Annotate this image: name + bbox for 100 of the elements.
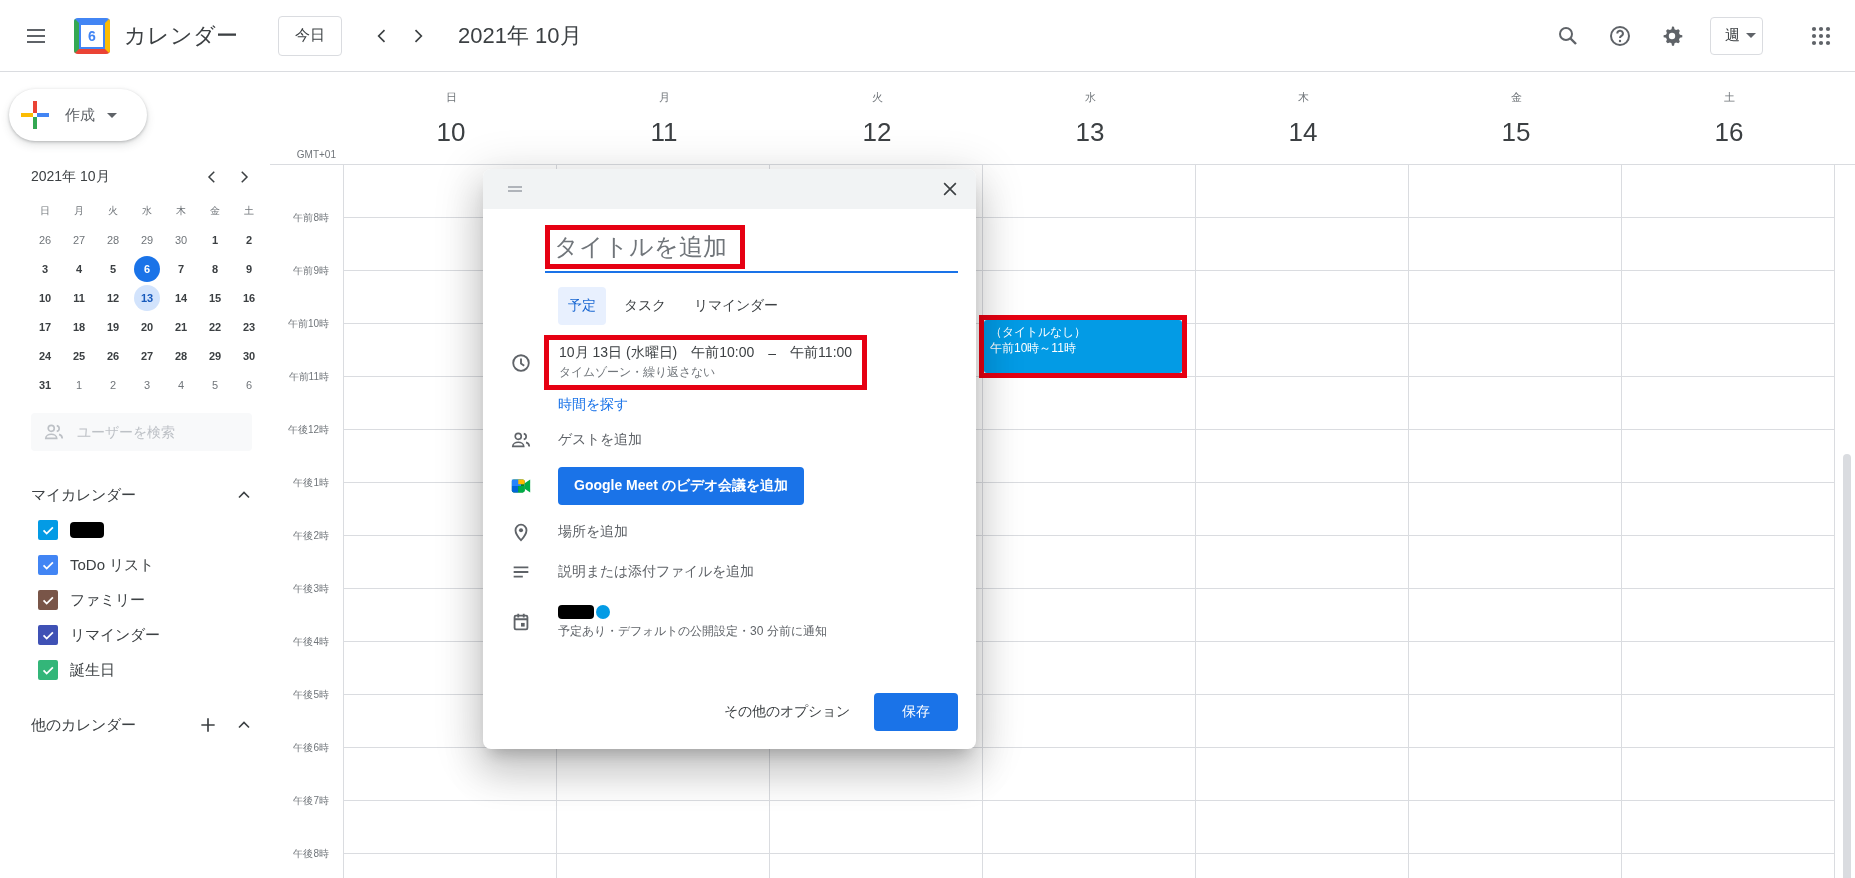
date-cell[interactable]: 19 xyxy=(100,313,126,340)
weekday-label: 土 xyxy=(244,203,254,218)
date-cell[interactable]: 4 xyxy=(66,255,92,282)
date-cell[interactable]: 24 xyxy=(32,342,58,369)
view-dropdown[interactable]: 週 xyxy=(1710,16,1763,55)
more-options-button[interactable]: その他のオプション xyxy=(716,693,858,731)
find-time-link[interactable]: 時間を探す xyxy=(558,396,628,414)
date-cell[interactable]: 27 xyxy=(134,342,160,369)
checkbox[interactable] xyxy=(38,520,58,540)
date-cell[interactable]: 5 xyxy=(202,371,228,398)
date-cell[interactable]: 10 xyxy=(32,284,58,311)
date-cell[interactable]: 7 xyxy=(168,255,194,282)
date-cell[interactable]: 2 xyxy=(236,226,262,253)
day-number[interactable]: 13 xyxy=(1075,115,1105,149)
hour-label: 午後7時 xyxy=(293,794,329,808)
checkbox[interactable] xyxy=(38,625,58,645)
date-cell[interactable]: 4 xyxy=(168,371,194,398)
date-cell[interactable]: 28 xyxy=(100,226,126,253)
date-cell[interactable]: 27 xyxy=(66,226,92,253)
caret-down-icon xyxy=(1746,33,1756,38)
app-title: カレンダー xyxy=(124,21,238,50)
date-cell[interactable]: 18 xyxy=(66,313,92,340)
date-cell[interactable]: 2 xyxy=(100,371,126,398)
tab[interactable]: リマインダー xyxy=(684,287,788,325)
weekday-label: 火 xyxy=(871,90,883,105)
date-cell[interactable]: 5 xyxy=(100,255,126,282)
date-cell[interactable]: 14 xyxy=(168,284,194,311)
calendar-details[interactable]: 予定あり・デフォルトの公開設定・30 分前に通知 xyxy=(558,622,827,640)
checkbox[interactable] xyxy=(38,590,58,610)
day-number[interactable]: 14 xyxy=(1288,115,1318,149)
end-time-button[interactable]: 午前11:00 xyxy=(790,344,853,362)
date-cell[interactable]: 21 xyxy=(168,313,194,340)
weekday-label: 水 xyxy=(142,203,152,218)
section-title: マイカレンダー xyxy=(31,485,136,505)
weekday-label: 火 xyxy=(108,203,118,218)
day-number[interactable]: 16 xyxy=(1714,115,1744,149)
hour-label: 午前8時 xyxy=(293,211,329,225)
day-number[interactable]: 12 xyxy=(862,115,892,149)
help-icon xyxy=(1608,23,1632,48)
weekday-label: 水 xyxy=(1084,90,1096,105)
date-cell[interactable]: 26 xyxy=(32,226,58,253)
date-cell[interactable]: 23 xyxy=(236,313,262,340)
add-field-link[interactable]: ゲストを追加 xyxy=(558,420,642,460)
date-button[interactable]: 10月 13日 (水曜日) xyxy=(559,344,678,362)
drag-handle-icon xyxy=(505,183,525,195)
date-cell[interactable]: 6 xyxy=(134,255,160,282)
date-cell[interactable]: 9 xyxy=(236,255,262,282)
add-field-link[interactable]: 説明または添付ファイルを追加 xyxy=(558,552,754,592)
drag-handle[interactable] xyxy=(505,183,525,195)
date-cell[interactable]: 22 xyxy=(202,313,228,340)
date-cell[interactable]: 16 xyxy=(236,284,262,311)
date-cell[interactable]: 31 xyxy=(32,371,58,398)
hour-label: 午前10時 xyxy=(287,317,329,331)
add-meeting-button[interactable]: Google Meet のビデオ会議を追加 xyxy=(558,467,804,505)
weekday-label: 金 xyxy=(210,203,220,218)
day-number[interactable]: 11 xyxy=(650,115,678,149)
date-cell[interactable]: 1 xyxy=(66,371,92,398)
create-button[interactable]: 作成 xyxy=(9,89,147,141)
date-cell[interactable]: 25 xyxy=(66,342,92,369)
add-field-link[interactable]: 場所を追加 xyxy=(558,512,628,552)
clock-icon xyxy=(509,351,532,374)
logo-date-text: 6 xyxy=(81,24,103,47)
date-cell[interactable]: 30 xyxy=(236,342,262,369)
date-cell[interactable]: 29 xyxy=(134,226,160,253)
date-cell[interactable]: 29 xyxy=(202,342,228,369)
calendar-name: リマインダー xyxy=(70,625,160,645)
timezone-repeat-link[interactable]: タイムゾーン・繰り返さない xyxy=(559,364,715,381)
date-cell[interactable]: 6 xyxy=(236,371,262,398)
date-cell[interactable]: 30 xyxy=(168,226,194,253)
date-cell[interactable]: 8 xyxy=(202,255,228,282)
event-title: （タイトルなし） xyxy=(990,324,1087,340)
save-button[interactable]: 保存 xyxy=(874,693,958,731)
hour-label: 午後12時 xyxy=(287,423,329,437)
date-cell[interactable]: 13 xyxy=(134,284,160,311)
date-cell[interactable]: 28 xyxy=(168,342,194,369)
date-cell[interactable]: 17 xyxy=(32,313,58,340)
date-cell[interactable]: 3 xyxy=(32,255,58,282)
weekday-label: 金 xyxy=(1510,90,1522,105)
scrollbar[interactable] xyxy=(1843,454,1851,878)
hour-label: 午前11時 xyxy=(288,370,329,384)
date-cell[interactable]: 26 xyxy=(100,342,126,369)
date-cell[interactable]: 20 xyxy=(134,313,160,340)
timezone-label: GMT+01 xyxy=(296,149,336,160)
calendar-name: ToDo リスト xyxy=(70,555,155,575)
date-cell[interactable]: 15 xyxy=(202,284,228,311)
section-title: 他のカレンダー xyxy=(31,715,136,735)
date-cell[interactable]: 1 xyxy=(202,226,228,253)
date-cell[interactable]: 3 xyxy=(134,371,160,398)
checkbox[interactable] xyxy=(38,660,58,680)
today-button[interactable]: 今日 xyxy=(278,15,342,56)
start-time-button[interactable]: 午前10:00 xyxy=(691,344,755,362)
checkbox[interactable] xyxy=(38,555,58,575)
tab[interactable]: 予定 xyxy=(558,287,606,325)
day-number[interactable]: 15 xyxy=(1501,115,1531,149)
tab[interactable]: タスク xyxy=(614,287,676,325)
title-field[interactable]: タイトルを追加 xyxy=(545,225,745,269)
day-number[interactable]: 10 xyxy=(436,115,466,149)
date-cell[interactable]: 12 xyxy=(100,284,126,311)
date-cell[interactable]: 11 xyxy=(66,284,92,311)
hour-label: 午後8時 xyxy=(293,847,329,861)
